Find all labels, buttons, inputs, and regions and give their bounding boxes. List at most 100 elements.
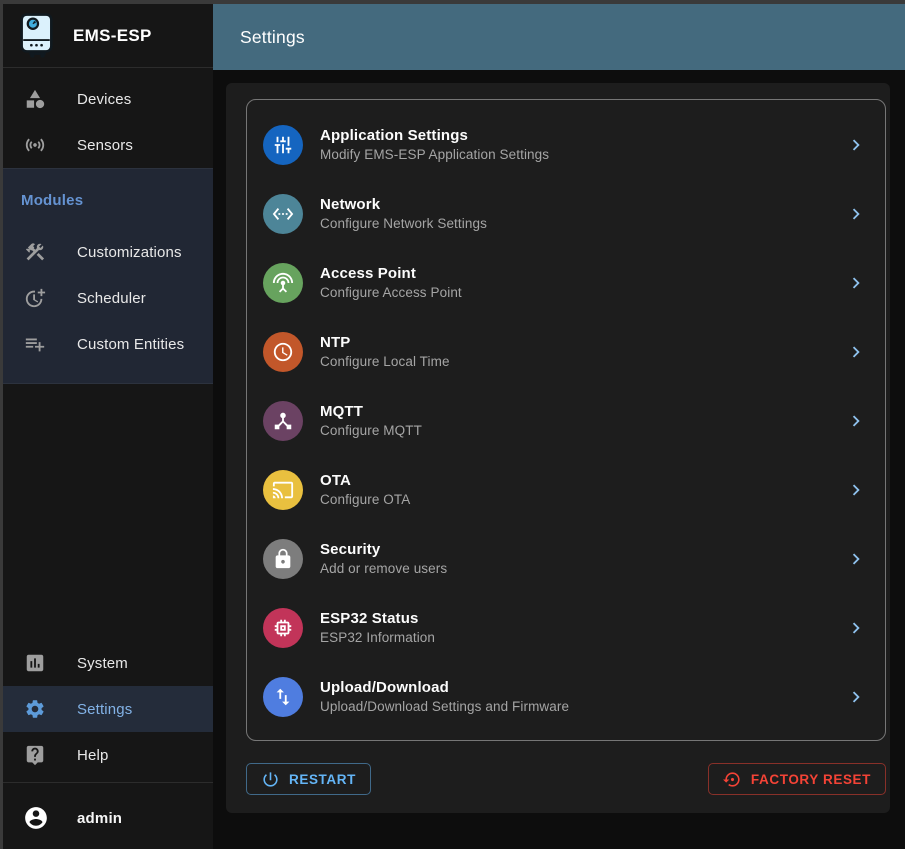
window-frame-top — [0, 0, 905, 4]
sidebar-item-label: Help — [77, 747, 108, 764]
more-time-icon — [24, 287, 46, 309]
page-title: Settings — [240, 27, 305, 48]
settings-item-network[interactable]: Network Configure Network Settings — [247, 179, 885, 248]
item-subtitle: Upload/Download Settings and Firmware — [320, 699, 845, 714]
sidebar-item-system[interactable]: System — [3, 640, 213, 686]
restart-button-label: RESTART — [289, 772, 356, 787]
sidebar-item-custom-entities[interactable]: Custom Entities — [3, 321, 213, 367]
app-title: EMS-ESP — [73, 26, 152, 46]
content-area: Application SettingsModify EMS-ESP Appli… — [213, 70, 905, 849]
modules-section-header: Modules — [3, 191, 213, 211]
sidebar: EMS-ESP Devices Sensors Modules Customiza… — [3, 4, 213, 849]
item-title: MQTT — [320, 403, 845, 420]
cast-icon — [272, 479, 294, 501]
sidebar-item-label: Customizations — [77, 244, 182, 261]
lock-icon — [272, 548, 294, 570]
antenna-icon — [272, 272, 294, 294]
restore-icon — [723, 770, 742, 789]
settings-item-esp32-status[interactable]: ESP32 Status ESP32 Information — [247, 593, 885, 662]
factory-reset-button-label: FACTORY RESET — [751, 772, 871, 787]
power-icon — [261, 770, 280, 789]
construction-icon — [24, 241, 46, 263]
settings-item-ntp[interactable]: NTP Configure Local Time — [247, 317, 885, 386]
item-subtitle: Configure MQTT — [320, 423, 845, 438]
sensors-icon — [24, 134, 46, 156]
restart-button[interactable]: RESTART — [246, 763, 371, 795]
item-subtitle: Configure Network Settings — [320, 216, 845, 231]
restore-icon — [723, 770, 742, 789]
item-title: Security — [320, 541, 845, 558]
chevron-right-icon — [845, 410, 867, 432]
item-avatar — [263, 263, 303, 303]
window-frame-left — [0, 0, 3, 849]
item-avatar — [263, 677, 303, 717]
sidebar-item-customizations[interactable]: Customizations — [3, 229, 213, 275]
item-subtitle: ESP32 Information — [320, 630, 845, 645]
item-avatar — [263, 194, 303, 234]
actions-bar: RESTART FACTORY RESET — [246, 763, 886, 795]
account-circle-icon — [23, 805, 49, 831]
chevron-right-icon — [845, 548, 867, 570]
sidebar-nav-modules: Customizations Scheduler Custom Entities — [3, 229, 213, 367]
sidebar-item-label: Settings — [77, 701, 132, 718]
user-label: admin — [77, 810, 122, 827]
chevron-right-icon — [845, 272, 867, 294]
sidebar-item-settings[interactable]: Settings — [3, 686, 213, 732]
item-title: ESP32 Status — [320, 610, 845, 627]
sidebar-item-admin[interactable]: admin — [3, 787, 213, 849]
item-subtitle: Modify EMS-ESP Application Settings — [320, 147, 845, 162]
device-hub-icon — [272, 410, 294, 432]
bar-chart-icon — [24, 652, 46, 674]
item-subtitle: Configure Local Time — [320, 354, 845, 369]
item-avatar — [263, 401, 303, 441]
sidebar-item-sensors[interactable]: Sensors — [3, 122, 213, 168]
item-subtitle: Configure Access Point — [320, 285, 845, 300]
settings-item-ota[interactable]: OTA Configure OTA — [247, 455, 885, 524]
item-subtitle: Add or remove users — [320, 561, 845, 576]
sidebar-item-scheduler[interactable]: Scheduler — [3, 275, 213, 321]
emsesp-app-window: EMS-ESP Devices Sensors Modules Customiza… — [0, 0, 905, 849]
settings-list: Application SettingsModify EMS-ESP Appli… — [247, 110, 885, 731]
account-circle-icon — [23, 805, 49, 831]
sidebar-modules-section: Modules Customizations Scheduler Custom En… — [3, 168, 213, 384]
sidebar-nav-bottom: System Settings Help — [3, 640, 213, 778]
sidebar-item-help[interactable]: Help — [3, 732, 213, 778]
chevron-right-icon — [845, 686, 867, 708]
settings-item-mqtt[interactable]: MQTT Configure MQTT — [247, 386, 885, 455]
settings-item-application-settings[interactable]: Application SettingsModify EMS-ESP Appli… — [247, 110, 885, 179]
boiler-logo-icon — [19, 13, 56, 58]
sidebar-item-devices[interactable]: Devices — [3, 76, 213, 122]
factory-reset-button[interactable]: FACTORY RESET — [708, 763, 886, 795]
item-title: Network — [320, 196, 845, 213]
sidebar-item-label: Custom Entities — [77, 336, 184, 353]
tune-icon — [272, 134, 294, 156]
item-subtitle: Configure OTA — [320, 492, 845, 507]
item-avatar — [263, 608, 303, 648]
item-title: Upload/Download — [320, 679, 845, 696]
item-title: OTA — [320, 472, 845, 489]
memory-chip-icon — [272, 617, 294, 639]
item-avatar — [263, 332, 303, 372]
page-header: Settings — [213, 4, 905, 70]
swap-vert-icon — [272, 686, 294, 708]
sidebar-item-label: System — [77, 655, 128, 672]
sidebar-nav-main: Devices Sensors — [3, 68, 213, 168]
main-area: Settings Application SettingsModify EMS-… — [213, 4, 905, 849]
settings-item-upload-download[interactable]: Upload/Download Upload/Download Settings … — [247, 662, 885, 731]
item-avatar — [263, 470, 303, 510]
chevron-right-icon — [845, 617, 867, 639]
item-title: NTP — [320, 334, 845, 351]
settings-panel: Application SettingsModify EMS-ESP Appli… — [226, 83, 890, 813]
gear-icon — [24, 698, 46, 720]
playlist-add-icon — [24, 333, 46, 355]
settings-item-access-point[interactable]: Access Point Configure Access Point — [247, 248, 885, 317]
clock-icon — [272, 341, 294, 363]
sidebar-divider — [3, 782, 213, 783]
item-title: Access Point — [320, 265, 845, 282]
sidebar-item-label: Sensors — [77, 137, 133, 154]
category-icon — [24, 88, 46, 110]
app-logo-row: EMS-ESP — [3, 4, 213, 68]
settings-item-security[interactable]: Security Add or remove users — [247, 524, 885, 593]
chevron-right-icon — [845, 341, 867, 363]
sidebar-spacer — [3, 384, 213, 640]
